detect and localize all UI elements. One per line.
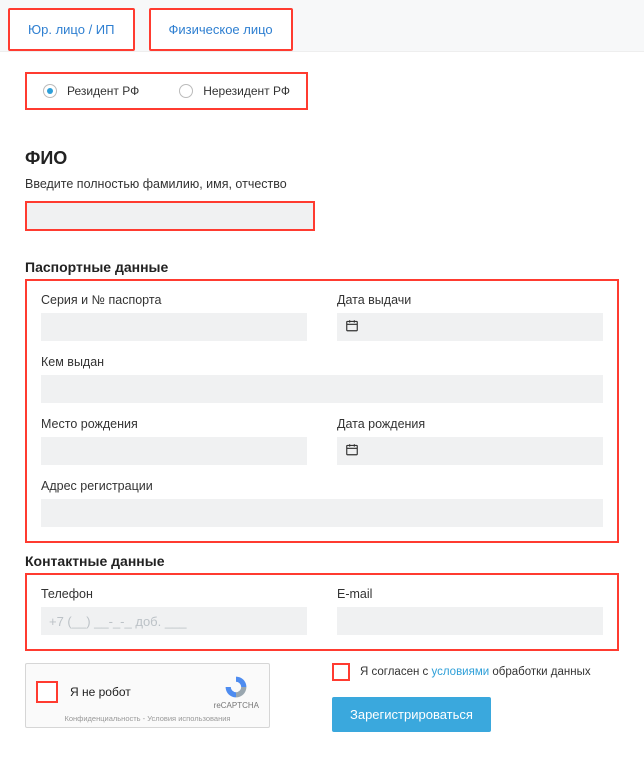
passport-issued-by-input[interactable] <box>41 375 603 403</box>
captcha-widget: Я не робот reCAPTCHA Конфиденциальность … <box>25 663 270 728</box>
radio-nonresident[interactable]: Нерезидент РФ <box>179 84 290 98</box>
captcha-checkbox[interactable] <box>36 681 58 703</box>
passport-issue-date-input[interactable] <box>337 313 603 341</box>
submit-button-label: Зарегистрироваться <box>350 707 473 722</box>
reg-address-input[interactable] <box>41 499 603 527</box>
passport-issue-date-label: Дата выдачи <box>337 293 603 307</box>
phone-input[interactable] <box>41 607 307 635</box>
radio-indicator-resident <box>43 84 57 98</box>
reg-address-label: Адрес регистрации <box>41 479 603 493</box>
contacts-panel: Телефон E-mail <box>25 573 619 651</box>
birth-place-label: Место рождения <box>41 417 307 431</box>
entity-type-tabs: Юр. лицо / ИП Физическое лицо <box>0 0 644 52</box>
fio-header: ФИО <box>25 148 619 169</box>
tab-legal-entity[interactable]: Юр. лицо / ИП <box>8 8 135 51</box>
birth-date-label: Дата рождения <box>337 417 603 431</box>
birth-place-input[interactable] <box>41 437 307 465</box>
residency-group: Резидент РФ Нерезидент РФ <box>25 72 308 110</box>
contacts-header: Контактные данные <box>25 553 619 569</box>
captcha-brand: reCAPTCHA <box>214 674 259 710</box>
consent-text: Я согласен с условиями обработки данных <box>360 666 591 678</box>
tab-personal-label: Физическое лицо <box>169 22 273 37</box>
consent-row: Я согласен с условиями обработки данных <box>332 663 619 681</box>
consent-link[interactable]: условиями <box>431 666 489 678</box>
birth-date-input[interactable] <box>337 437 603 465</box>
passport-issued-by-label: Кем выдан <box>41 355 603 369</box>
captcha-label: Я не робот <box>70 685 131 699</box>
radio-resident[interactable]: Резидент РФ <box>43 84 139 98</box>
passport-header: Паспортные данные <box>25 259 619 275</box>
radio-indicator-nonresident <box>179 84 193 98</box>
passport-series-label: Серия и № паспорта <box>41 293 307 307</box>
radio-nonresident-label: Нерезидент РФ <box>203 84 290 98</box>
phone-label: Телефон <box>41 587 307 601</box>
tab-personal[interactable]: Физическое лицо <box>149 8 293 51</box>
tab-legal-entity-label: Юр. лицо / ИП <box>28 22 115 37</box>
submit-button[interactable]: Зарегистрироваться <box>332 697 491 732</box>
recaptcha-icon <box>223 674 249 700</box>
passport-panel: Серия и № паспорта Дата выдачи Кем выдан <box>25 279 619 543</box>
fio-hint: Введите полностью фамилию, имя, отчество <box>25 177 619 191</box>
email-label: E-mail <box>337 587 603 601</box>
captcha-footer: Конфиденциальность - Условия использован… <box>36 714 259 723</box>
passport-series-input[interactable] <box>41 313 307 341</box>
fio-input[interactable] <box>25 201 315 231</box>
email-input[interactable] <box>337 607 603 635</box>
consent-checkbox[interactable] <box>332 663 350 681</box>
radio-resident-label: Резидент РФ <box>67 84 139 98</box>
